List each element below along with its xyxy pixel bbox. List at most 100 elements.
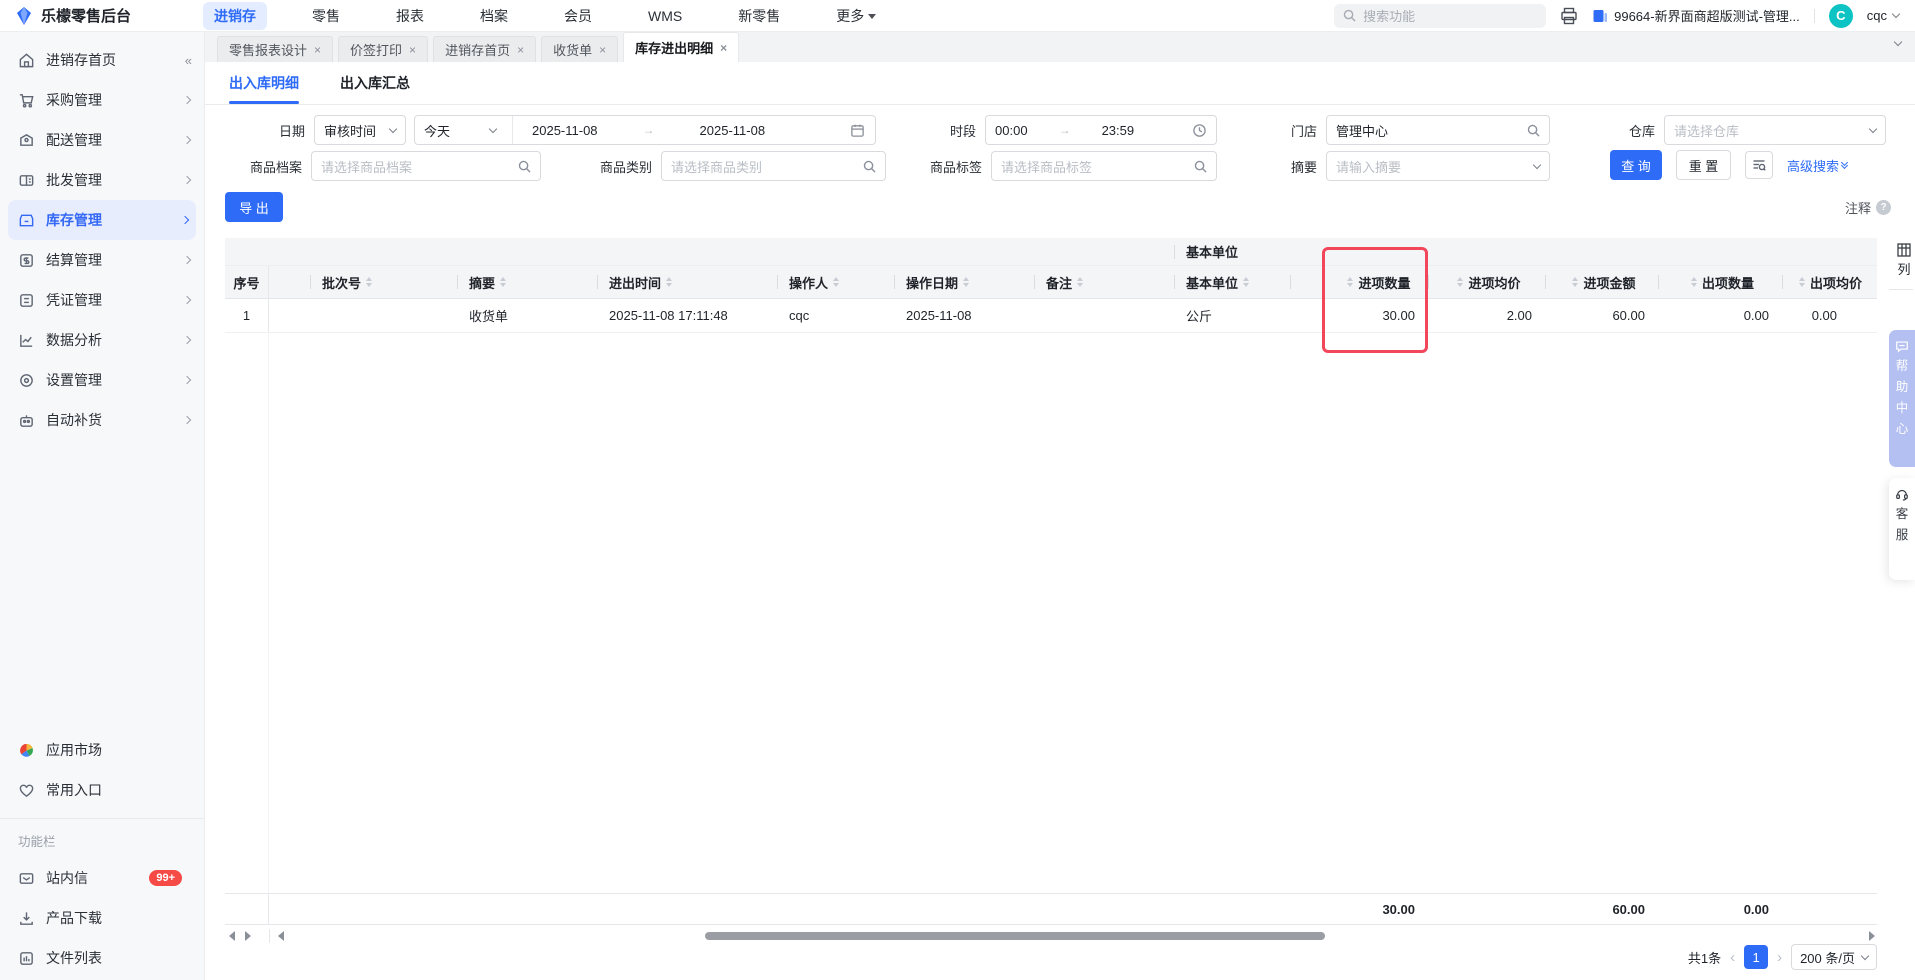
summary-filter-select[interactable]: 请输入摘要 (1326, 151, 1551, 181)
scroll-left-arrows[interactable] (225, 931, 269, 941)
search-button[interactable]: 查 询 (1610, 150, 1662, 180)
page-size-select[interactable]: 200 条/页 (1791, 944, 1877, 970)
col-header-batch[interactable]: 批次号 (310, 266, 457, 298)
sort-icon[interactable] (500, 277, 507, 287)
sidebar-item-app-market[interactable]: 应用市场 (0, 730, 204, 770)
scroll-left-icon[interactable] (229, 931, 235, 941)
column-settings-button[interactable]: 列 (1897, 243, 1911, 278)
advanced-search-link[interactable]: 高级搜索 (1787, 156, 1849, 175)
store-selector[interactable]: 99664-新界面商超版测试-管理... (1592, 6, 1800, 25)
sidebar-item-downloads[interactable]: 产品下载 (0, 898, 204, 938)
date-type-select[interactable]: 审核时间 (314, 115, 406, 145)
next-page-icon[interactable]: › (1777, 949, 1782, 966)
close-icon[interactable]: × (314, 43, 321, 57)
page-number[interactable]: 1 (1744, 945, 1769, 969)
nav-item-xinlingshou[interactable]: 新零售 (727, 2, 791, 30)
sort-icon[interactable] (1799, 277, 1805, 287)
subtab-summary[interactable]: 出入库汇总 (340, 62, 410, 104)
date-preset-select[interactable]: 今天 (415, 121, 505, 140)
sort-icon[interactable] (1690, 277, 1697, 287)
close-icon[interactable]: × (409, 43, 416, 57)
sort-icon[interactable] (1572, 277, 1579, 287)
sidebar-item-inbox[interactable]: 站内信 99+ (0, 858, 204, 898)
doc-tab-inventory-detail[interactable]: 库存进出明细 × (623, 32, 740, 62)
close-icon[interactable]: × (599, 43, 606, 57)
sidebar-item-voucher[interactable]: 凭证管理 (0, 280, 204, 320)
sort-icon[interactable] (1077, 277, 1084, 287)
sidebar-item-settings[interactable]: 设置管理 (0, 360, 204, 400)
reset-button[interactable]: 重 置 (1676, 150, 1731, 180)
sort-icon[interactable] (1347, 277, 1354, 287)
nav-item-more[interactable]: 更多 (825, 2, 887, 30)
col-header-summary[interactable]: 摘要 (457, 266, 597, 298)
sidebar-item-favorites[interactable]: 常用入口 (0, 770, 204, 810)
date-range-control[interactable]: 今天 2025-11-08 → 2025-11-08 (414, 115, 876, 145)
col-header-operator[interactable]: 操作人 (777, 266, 894, 298)
col-header-out-qty[interactable]: 出项数量 (1658, 266, 1782, 298)
doc-tab-home[interactable]: 进销存首页 × (433, 36, 537, 62)
time-from-value[interactable]: 00:00 (995, 123, 1028, 138)
nav-item-wms[interactable]: WMS (637, 4, 693, 28)
store-filter-input[interactable]: 管理中心 (1326, 115, 1551, 145)
sidebar-item-auto-replenish[interactable]: 自动补货 (0, 400, 204, 440)
sidebar-item-wholesale[interactable]: 批发管理 (0, 160, 204, 200)
collapse-sidebar-icon[interactable]: « (185, 53, 192, 68)
sort-icon[interactable] (1243, 277, 1250, 287)
col-header-time[interactable]: 进出时间 (597, 266, 777, 298)
scroll-left-icon[interactable] (278, 931, 284, 941)
close-icon[interactable]: × (517, 43, 524, 57)
scroll-right-icon[interactable] (245, 931, 251, 941)
export-button[interactable]: 导 出 (225, 192, 283, 222)
user-menu[interactable]: cqc (1867, 8, 1901, 23)
sidebar-item-purchase[interactable]: 采购管理 (0, 80, 204, 120)
sidebar-item-inventory[interactable]: 库存管理 (8, 200, 196, 240)
col-header-base-unit[interactable]: 基本单位 (1174, 266, 1290, 298)
subtab-detail[interactable]: 出入库明细 (229, 62, 299, 104)
filter-settings-button[interactable] (1745, 151, 1773, 179)
global-search-input[interactable]: 搜索功能 (1334, 3, 1547, 28)
doc-tab-report-design[interactable]: 零售报表设计 × (217, 36, 334, 62)
col-header-out-price[interactable]: 出项均价 (1782, 266, 1877, 298)
date-to-value[interactable]: 2025-11-08 (700, 123, 766, 138)
close-icon[interactable]: × (720, 41, 727, 55)
scrollbar-thumb[interactable] (705, 932, 1325, 940)
scrollbar-track[interactable] (269, 929, 1877, 943)
scroll-right-icon[interactable] (1869, 931, 1875, 941)
tab-list-chevron-icon[interactable] (1893, 37, 1903, 47)
warehouse-select[interactable]: 请选择仓库 (1664, 115, 1887, 145)
printer-icon[interactable] (1560, 7, 1578, 25)
horizontal-scrollbar[interactable] (225, 929, 1877, 943)
sidebar-item-home[interactable]: 进销存首页 « (0, 40, 204, 80)
nav-item-baobiao[interactable]: 报表 (385, 2, 435, 30)
time-to-value[interactable]: 23:59 (1102, 123, 1135, 138)
sort-icon[interactable] (963, 277, 970, 287)
help-center-tab[interactable]: 帮 助 中 心 (1889, 330, 1915, 467)
sort-icon[interactable] (666, 277, 673, 287)
tag-filter-input[interactable]: 请选择商品标签 (991, 151, 1217, 181)
sort-icon[interactable] (833, 277, 840, 287)
nav-item-dangan[interactable]: 档案 (469, 2, 519, 30)
avatar[interactable]: C (1828, 3, 1853, 28)
col-header-in-qty[interactable]: 进项数量 (1325, 266, 1428, 298)
sidebar-item-file-list[interactable]: 文件列表 (0, 938, 204, 978)
nav-item-huiyuan[interactable]: 会员 (553, 2, 603, 30)
category-filter-input[interactable]: 请选择商品类别 (661, 151, 886, 181)
help-question-icon[interactable]: ? (1876, 200, 1892, 215)
doc-tab-price-tag[interactable]: 价签打印 × (338, 36, 429, 62)
doc-tab-receipt[interactable]: 收货单 × (541, 36, 619, 62)
product-filter-input[interactable]: 请选择商品档案 (311, 151, 541, 181)
customer-service-tab[interactable]: 客 服 (1889, 478, 1915, 580)
col-header-in-price[interactable]: 进项均价 (1428, 266, 1545, 298)
sidebar-item-delivery[interactable]: 配送管理 (0, 120, 204, 160)
date-from-value[interactable]: 2025-11-08 (532, 123, 598, 138)
sort-icon[interactable] (366, 277, 373, 287)
col-header-in-amount[interactable]: 进项金额 (1545, 266, 1658, 298)
sort-icon[interactable] (1457, 277, 1464, 287)
col-header-op-date[interactable]: 操作日期 (894, 266, 1034, 298)
prev-page-icon[interactable]: ‹ (1730, 949, 1735, 966)
table-row[interactable]: 1 收货单 2025-11-08 17:11:48 cqc 2025-11-08… (225, 299, 1877, 333)
sidebar-item-settlement[interactable]: 结算管理 (0, 240, 204, 280)
col-header-remark[interactable]: 备注 (1034, 266, 1174, 298)
time-range-control[interactable]: 00:00 → 23:59 (985, 115, 1218, 145)
calendar-icon[interactable] (850, 123, 865, 138)
